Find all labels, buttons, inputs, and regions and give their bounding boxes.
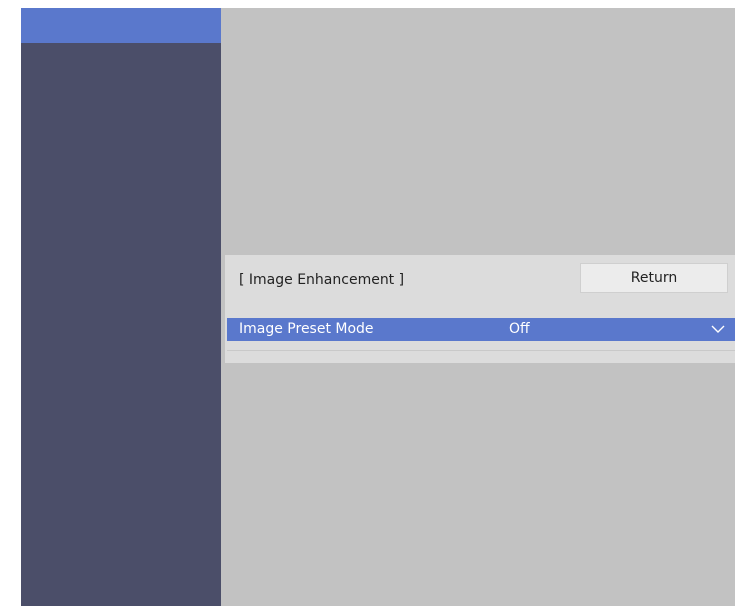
menu-sidebar <box>21 8 221 606</box>
panel-title: [ Image Enhancement ] <box>239 272 405 288</box>
image-preset-mode-row[interactable]: Image Preset Mode Off <box>227 318 735 341</box>
sidebar-selected-item[interactable] <box>21 8 221 43</box>
chevron-down-icon[interactable] <box>711 324 725 334</box>
return-button[interactable]: Return <box>580 263 728 293</box>
projector-menu-screen: [ Image Enhancement ] Return Image Prese… <box>21 8 735 606</box>
option-label: Image Preset Mode <box>239 321 374 337</box>
divider <box>227 350 735 351</box>
image-enhancement-panel: [ Image Enhancement ] Return Image Prese… <box>225 255 735 363</box>
option-value: Off <box>509 321 530 337</box>
